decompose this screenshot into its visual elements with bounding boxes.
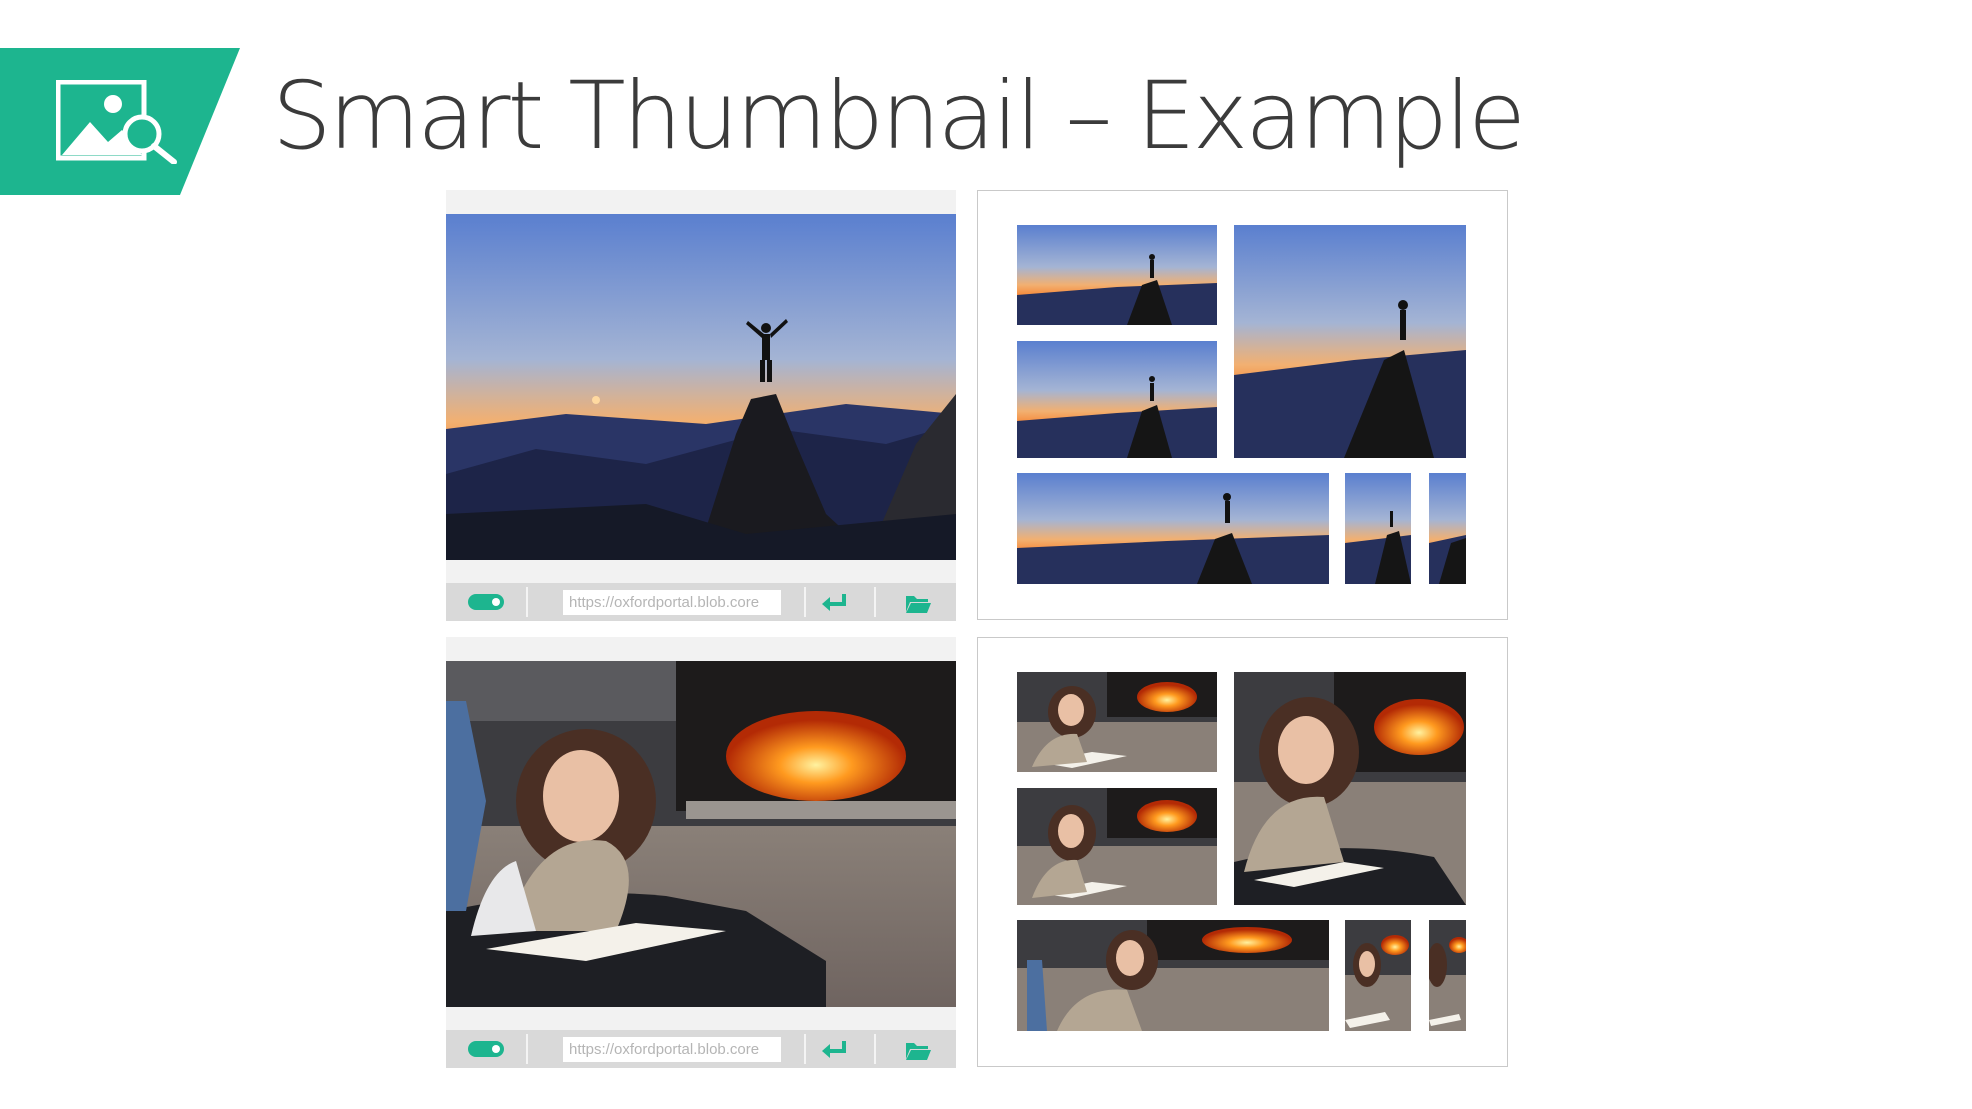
- image-search-icon: [56, 80, 177, 164]
- toolbar-divider: [804, 1034, 806, 1064]
- toolbar-divider: [526, 1034, 528, 1064]
- toolbar-divider: [874, 1034, 876, 1064]
- viewer-toolbar: https://oxfordportal.blob.core: [446, 1030, 956, 1068]
- thumbnail-wide: [1017, 225, 1217, 325]
- enter-arrow-icon[interactable]: [820, 592, 850, 612]
- image-viewer: https://oxfordportal.blob.core: [446, 637, 956, 1068]
- thumbnail-wide: [1017, 788, 1217, 905]
- thumbnail-narrow: [1429, 473, 1466, 584]
- toolbar-divider: [526, 587, 528, 617]
- toolbar-divider: [874, 587, 876, 617]
- enter-arrow-icon[interactable]: [820, 1039, 850, 1059]
- source-image: [446, 214, 956, 560]
- thumbnail-wide: [1017, 672, 1217, 772]
- source-image: [446, 661, 956, 1007]
- folder-open-icon[interactable]: [904, 592, 932, 614]
- thumbnail-square: [1234, 225, 1466, 458]
- thumbnail-grid: [977, 637, 1508, 1067]
- thumbnail-wide: [1017, 341, 1217, 458]
- section-badge: [0, 48, 240, 195]
- thumbnail-grid: [977, 190, 1508, 620]
- thumbnail-panorama: [1017, 473, 1329, 584]
- thumbnail-panorama: [1017, 920, 1329, 1031]
- page-title: Smart Thumbnail – Example: [272, 62, 1526, 171]
- thumbnail-square: [1234, 672, 1466, 905]
- image-viewer: https://oxfordportal.blob.core: [446, 190, 956, 621]
- folder-open-icon[interactable]: [904, 1039, 932, 1061]
- thumbnail-tall: [1345, 473, 1411, 584]
- image-url-input[interactable]: https://oxfordportal.blob.core: [563, 1037, 781, 1062]
- thumbnail-narrow: [1429, 920, 1466, 1031]
- toggle-on-icon[interactable]: [468, 1041, 504, 1057]
- image-url-input[interactable]: https://oxfordportal.blob.core: [563, 590, 781, 615]
- viewer-toolbar: https://oxfordportal.blob.core: [446, 583, 956, 621]
- toolbar-divider: [804, 587, 806, 617]
- thumbnail-tall: [1345, 920, 1411, 1031]
- toggle-on-icon[interactable]: [468, 594, 504, 610]
